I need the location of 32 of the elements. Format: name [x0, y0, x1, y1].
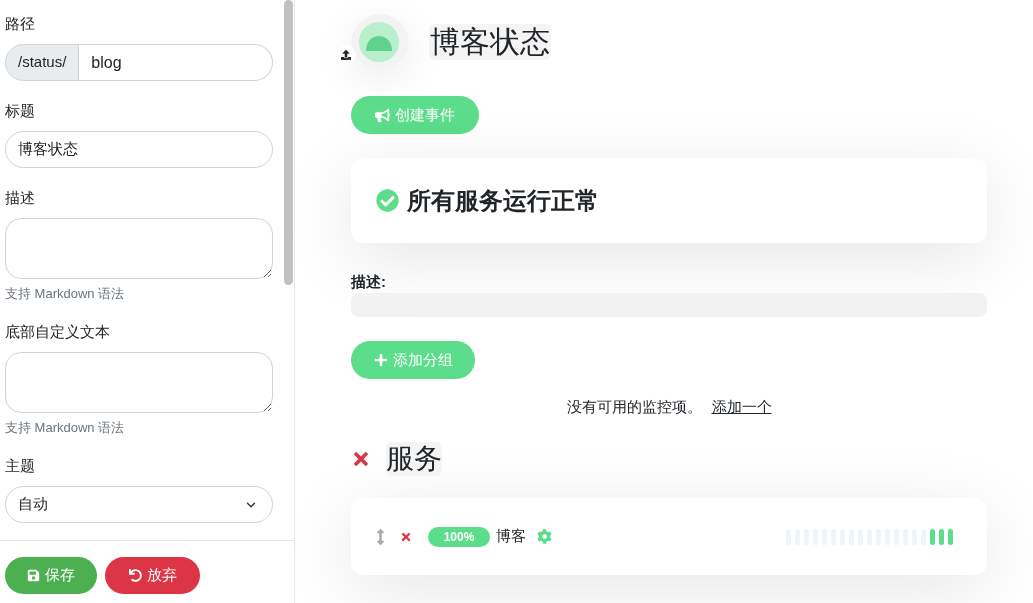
- add-one-link[interactable]: 添加一个: [711, 395, 772, 419]
- description-label: 描述:: [351, 273, 387, 291]
- x-icon[interactable]: [400, 530, 412, 543]
- x-icon[interactable]: [351, 449, 371, 469]
- title-input[interactable]: 博客状态: [5, 131, 273, 168]
- description-textarea[interactable]: [5, 218, 273, 279]
- settings-icon[interactable]: [537, 529, 552, 544]
- field-label: 描述: [5, 188, 36, 208]
- empty-notice: 没有可用的监控项。: [566, 396, 702, 417]
- hint-text: 支持 Markdown 语法: [5, 420, 126, 436]
- group-title[interactable]: 服务: [386, 442, 442, 476]
- discard-button[interactable]: 放弃: [105, 557, 200, 594]
- theme-select[interactable]: 自动: [5, 486, 273, 523]
- path-prefix: /status/: [5, 44, 80, 81]
- overall-status-text: 所有服务运行正常: [407, 185, 599, 216]
- field-label: 底部自定义文本: [5, 322, 111, 342]
- uptime-badge: 100%: [428, 526, 490, 547]
- footer-text-textarea[interactable]: [5, 352, 273, 413]
- field-label: 主题: [5, 456, 36, 476]
- field-label: 标题: [5, 101, 36, 121]
- megaphone-icon: [375, 107, 390, 123]
- plus-icon: [373, 353, 388, 367]
- scrollbar-thumb[interactable]: [284, 0, 293, 285]
- field-label: 路径: [5, 14, 36, 34]
- undo-icon: [128, 569, 142, 582]
- monitor-name[interactable]: 博客: [496, 525, 526, 548]
- page-title[interactable]: 博客状态: [429, 24, 551, 60]
- dome-logo: [351, 14, 409, 70]
- path-input[interactable]: blog: [79, 44, 273, 81]
- save-icon: [27, 569, 40, 582]
- hint-text: 支持 Markdown 语法: [5, 286, 126, 302]
- vertical-arrows-icon[interactable]: [376, 528, 385, 545]
